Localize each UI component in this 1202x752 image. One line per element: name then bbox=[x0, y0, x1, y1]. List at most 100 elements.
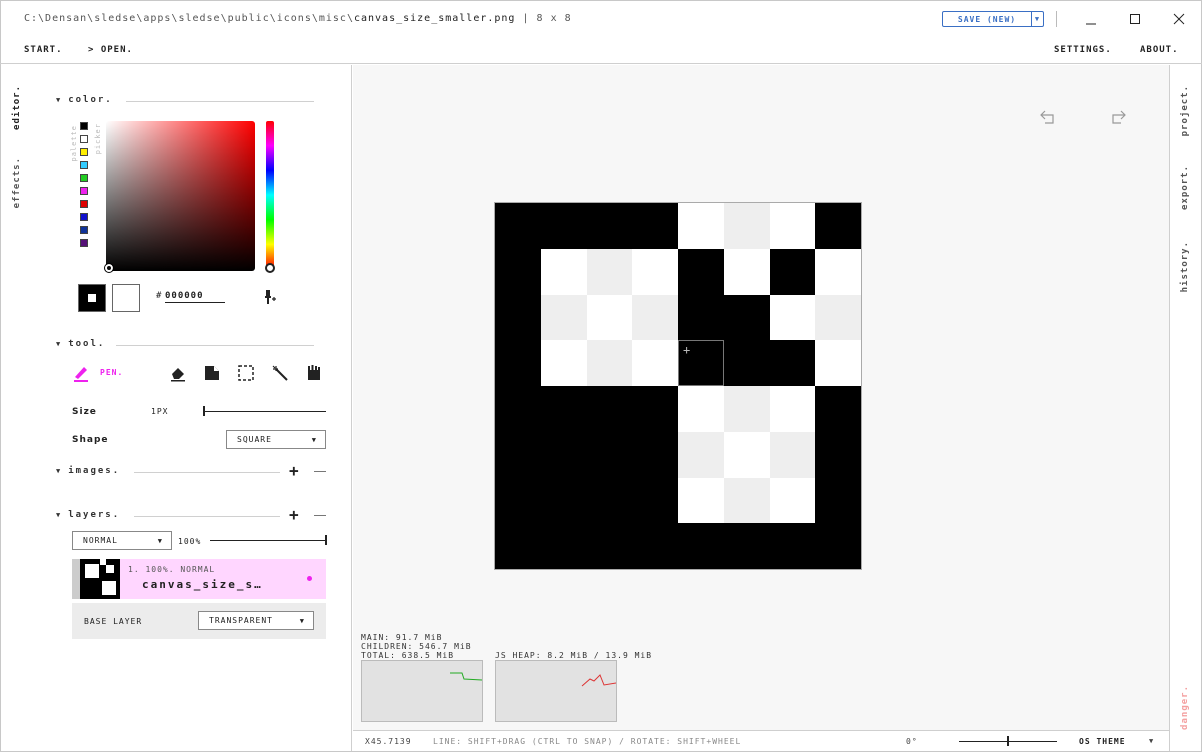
canvas-pixel[interactable] bbox=[495, 248, 541, 295]
canvas-pixel[interactable] bbox=[815, 340, 862, 387]
canvas-pixel[interactable] bbox=[495, 294, 541, 341]
canvas-pixel[interactable] bbox=[723, 248, 770, 295]
canvas-pixel[interactable] bbox=[540, 203, 587, 249]
theme-dropdown[interactable]: OS THEME bbox=[1079, 737, 1126, 746]
canvas-pixel[interactable] bbox=[540, 523, 587, 570]
canvas-pixel[interactable] bbox=[723, 294, 770, 341]
undo-icon[interactable] bbox=[1039, 107, 1059, 128]
close-button[interactable] bbox=[1164, 8, 1194, 30]
remove-layer-icon[interactable] bbox=[314, 515, 326, 516]
minimize-button[interactable] bbox=[1076, 8, 1106, 30]
canvas-pixel[interactable] bbox=[678, 386, 724, 432]
select-rect-icon[interactable] bbox=[237, 364, 255, 385]
canvas-pixel[interactable] bbox=[769, 477, 816, 524]
palette-swatch[interactable] bbox=[80, 187, 88, 195]
color-section-header[interactable]: ▼ color. bbox=[56, 95, 113, 105]
blend-mode-dropdown[interactable]: NORMAL ▼ bbox=[72, 531, 172, 550]
eyedropper-icon[interactable] bbox=[262, 289, 278, 308]
canvas-pixel[interactable] bbox=[495, 431, 541, 478]
canvas-pixel[interactable] bbox=[769, 203, 816, 249]
nav-history[interactable]: history. bbox=[1180, 241, 1190, 292]
canvas-pixel[interactable] bbox=[678, 248, 724, 295]
canvas-pixel[interactable] bbox=[723, 203, 770, 249]
size-slider[interactable] bbox=[204, 411, 326, 412]
palette-swatch[interactable] bbox=[80, 161, 88, 169]
canvas-pixel[interactable] bbox=[678, 477, 724, 524]
canvas-pixel[interactable] bbox=[678, 523, 724, 570]
canvas-pixel[interactable] bbox=[769, 386, 816, 432]
zoom-slider-handle[interactable] bbox=[1007, 736, 1009, 746]
canvas-pixel[interactable] bbox=[540, 340, 587, 387]
canvas-pixel[interactable] bbox=[769, 248, 816, 295]
magic-wand-icon[interactable] bbox=[271, 364, 289, 385]
canvas-pixel[interactable] bbox=[540, 477, 587, 524]
chevron-down-icon[interactable]: ▼ bbox=[1149, 737, 1154, 745]
canvas-pixel[interactable] bbox=[723, 386, 770, 432]
canvas-pixel[interactable] bbox=[586, 294, 633, 341]
opacity-slider-handle[interactable] bbox=[325, 535, 327, 545]
palette-swatch[interactable] bbox=[80, 213, 88, 221]
canvas-pixel[interactable] bbox=[540, 294, 587, 341]
canvas-pixel[interactable] bbox=[769, 431, 816, 478]
canvas-pixel[interactable] bbox=[586, 431, 633, 478]
canvas-pixel[interactable] bbox=[815, 248, 862, 295]
palette-swatch[interactable] bbox=[80, 174, 88, 182]
saturation-picker[interactable] bbox=[106, 121, 255, 271]
hex-input[interactable]: 000000 bbox=[165, 291, 225, 303]
canvas-pixel[interactable] bbox=[723, 477, 770, 524]
canvas-pixel[interactable] bbox=[586, 523, 633, 570]
canvas-pixel[interactable] bbox=[632, 203, 679, 249]
canvas-pixel[interactable] bbox=[723, 431, 770, 478]
nav-export[interactable]: export. bbox=[1180, 165, 1190, 210]
palette-swatch[interactable] bbox=[80, 148, 88, 156]
menu-settings[interactable]: SETTINGS. bbox=[1054, 45, 1112, 55]
canvas-pixel[interactable] bbox=[586, 386, 633, 432]
hue-slider[interactable] bbox=[266, 121, 274, 269]
size-slider-handle[interactable] bbox=[203, 406, 205, 416]
nav-project[interactable]: project. bbox=[1180, 85, 1190, 136]
canvas-pixel[interactable] bbox=[723, 523, 770, 570]
add-image-icon[interactable]: + bbox=[289, 463, 300, 479]
shape-dropdown[interactable]: SQUARE ▼ bbox=[226, 430, 326, 449]
save-button[interactable]: SAVE (NEW) ▼ bbox=[942, 11, 1044, 27]
primary-color-swatch[interactable] bbox=[78, 284, 106, 312]
canvas-pixel[interactable] bbox=[495, 523, 541, 570]
picker-tab[interactable]: picker bbox=[94, 123, 102, 154]
nav-editor[interactable]: editor. bbox=[12, 85, 22, 130]
save-dropdown-arrow-icon[interactable]: ▼ bbox=[1031, 12, 1043, 26]
canvas-pixel[interactable] bbox=[632, 248, 679, 295]
canvas-pixel[interactable] bbox=[815, 386, 862, 432]
add-layer-icon[interactable]: + bbox=[289, 507, 300, 523]
palette-swatch[interactable] bbox=[80, 239, 88, 247]
palette-swatch[interactable] bbox=[80, 226, 88, 234]
canvas-pixel[interactable] bbox=[815, 477, 862, 524]
canvas-pixel[interactable] bbox=[495, 203, 541, 249]
hue-handle[interactable] bbox=[265, 263, 275, 273]
canvas-pixel[interactable] bbox=[495, 340, 541, 387]
canvas-pixel[interactable] bbox=[678, 431, 724, 478]
layers-section-header[interactable]: ▼ layers. bbox=[56, 510, 120, 520]
canvas-pixel[interactable] bbox=[495, 386, 541, 432]
canvas-pixel[interactable] bbox=[540, 248, 587, 295]
palette-swatch[interactable] bbox=[80, 122, 88, 130]
menu-about[interactable]: ABOUT. bbox=[1140, 45, 1179, 55]
canvas-pixel[interactable] bbox=[769, 294, 816, 341]
canvas-pixel[interactable] bbox=[586, 340, 633, 387]
base-layer-dropdown[interactable]: TRANSPARENT ▼ bbox=[198, 611, 314, 630]
canvas-pixel[interactable] bbox=[632, 340, 679, 387]
redo-icon[interactable] bbox=[1107, 107, 1127, 128]
canvas-pixel[interactable] bbox=[586, 248, 633, 295]
maximize-button[interactable] bbox=[1120, 8, 1150, 30]
eraser-icon[interactable] bbox=[169, 364, 187, 385]
canvas-pixel[interactable] bbox=[815, 294, 862, 341]
canvas-pixel[interactable] bbox=[723, 340, 770, 387]
opacity-slider[interactable] bbox=[210, 540, 326, 541]
palette-tab[interactable]: palette bbox=[70, 125, 78, 162]
menu-open[interactable]: > OPEN. bbox=[88, 45, 133, 55]
canvas-pixel[interactable] bbox=[632, 386, 679, 432]
secondary-color-swatch[interactable] bbox=[112, 284, 140, 312]
canvas-area[interactable]: + MAIN: 91.7 MiB CHILDREN: 546.7 MiB TOT… bbox=[353, 65, 1169, 730]
canvas-pixel[interactable] bbox=[678, 294, 724, 341]
canvas-pixel[interactable] bbox=[815, 523, 862, 570]
images-section-header[interactable]: ▼ images. bbox=[56, 466, 120, 476]
